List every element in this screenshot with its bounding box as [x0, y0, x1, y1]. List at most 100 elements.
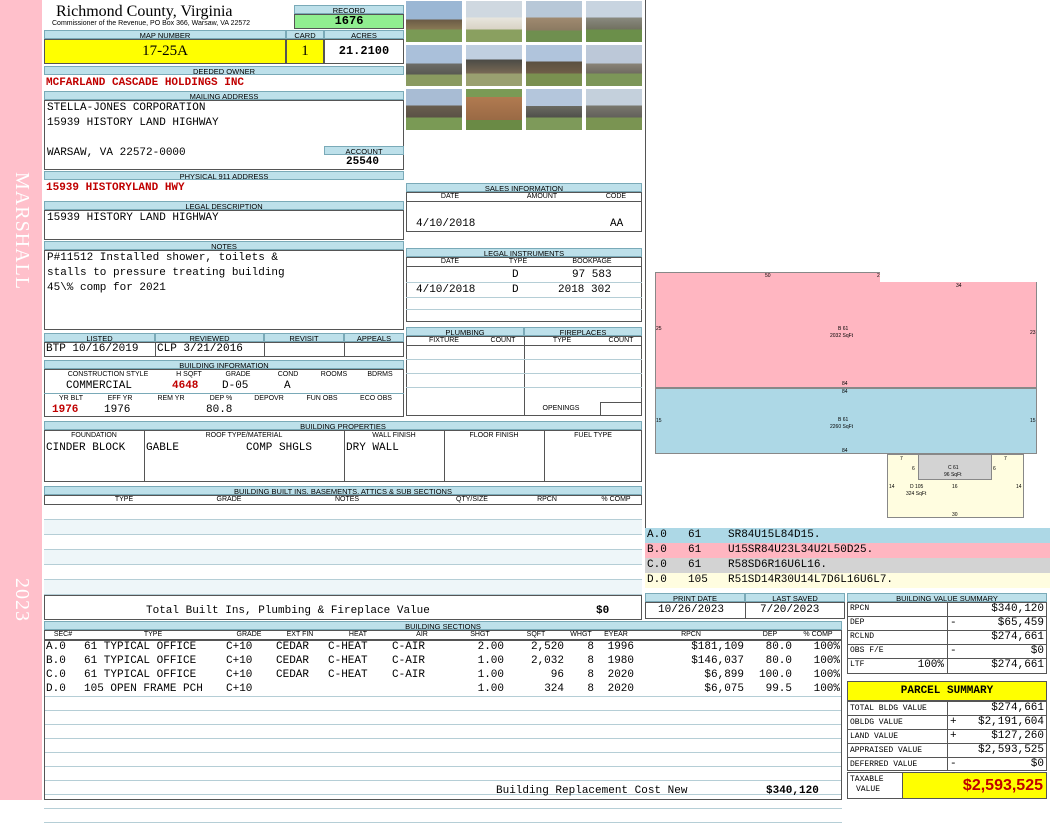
- sales-date-label: DATE: [440, 193, 460, 200]
- fireplace-type-label: TYPE: [552, 337, 572, 344]
- roof-material-value: COMP SHGLS: [246, 442, 313, 454]
- parcel-label: DEFERRED VALUE: [850, 760, 918, 769]
- property-photo[interactable]: [585, 44, 643, 87]
- notes-line-1: P#11512 Installed shower, toilets &: [47, 252, 279, 264]
- property-photo[interactable]: [465, 0, 523, 43]
- section-col-header: SEC#: [53, 631, 73, 638]
- print-date-label: PRINT DATE: [645, 593, 745, 602]
- appeals-label: APPEALS: [344, 333, 404, 342]
- code-string: U15SR84U23L34U2L50D25.: [728, 544, 874, 556]
- sketch-dim: 16: [952, 484, 958, 490]
- depovr-label: DEPOVR: [254, 395, 284, 402]
- sketch-label: B 61: [838, 326, 849, 332]
- builtins-qty-label: QTY/SIZE: [456, 496, 488, 503]
- record-number: 1676: [294, 14, 404, 29]
- li-row2-type: D: [512, 284, 519, 296]
- floor-label: FLOOR FINISH: [469, 432, 519, 439]
- parcel-value: $274,661: [991, 702, 1044, 714]
- property-photo[interactable]: [465, 88, 523, 131]
- sketch-dim: 15: [656, 418, 662, 424]
- builtins-row: [44, 565, 642, 580]
- mailing-line-3: WARSAW, VA 22572-0000: [47, 147, 186, 159]
- property-photo[interactable]: [405, 0, 463, 43]
- legal-description: 15939 HISTORY LAND HIGHWAY: [47, 212, 219, 224]
- replacement-cost-value: $340,120: [766, 785, 819, 797]
- sketch-dim: 2: [877, 273, 880, 279]
- openings-value-box: [600, 402, 642, 416]
- property-photo[interactable]: [525, 44, 583, 87]
- revisit-label: REVISIT: [264, 333, 344, 342]
- property-photo[interactable]: [465, 44, 523, 87]
- li-bookpage-label: BOOKPAGE: [572, 258, 612, 265]
- grade-label: GRADE: [225, 371, 251, 378]
- sketch-label: D 105: [910, 484, 924, 490]
- sketch-dim: 34: [956, 283, 962, 289]
- builtins-rpcn-label: RPCN: [537, 496, 557, 503]
- property-photo[interactable]: [405, 44, 463, 87]
- parcel-value: $127,260: [991, 730, 1044, 742]
- builtins-notes-label: NOTES: [334, 496, 360, 503]
- deeded-owner: MCFARLAND CASCADE HOLDINGS INC: [46, 77, 245, 89]
- property-photo[interactable]: [585, 88, 643, 131]
- physical-address: 15939 HISTORYLAND HWY: [46, 182, 185, 194]
- year-built: 1976: [52, 404, 79, 416]
- property-photo[interactable]: [405, 88, 463, 131]
- sketch-dim: 7: [1004, 456, 1007, 462]
- fireplace-count-label: COUNT: [608, 337, 634, 344]
- sketch-dim: 6: [912, 466, 915, 472]
- ecoobs-label: ECO OBS: [360, 395, 392, 402]
- builtins-title: BUILDING BUILT INS, BASEMENTS, ATTICS & …: [44, 486, 642, 495]
- property-photo[interactable]: [525, 88, 583, 131]
- funobs-label: FUN OBS: [306, 395, 338, 402]
- map-number-label: MAP NUMBER: [44, 30, 286, 39]
- builtins-total-value: $0: [596, 605, 610, 617]
- tax-year: 2023: [11, 578, 33, 622]
- mailing-line-2: 15939 HISTORY LAND HIGHWAY: [47, 117, 219, 129]
- section-col-header: % COMP: [803, 631, 833, 638]
- cond-value: A: [284, 380, 291, 392]
- li-row2-date: 4/10/2018: [416, 284, 476, 296]
- code-string: R58SD6R16U6L16.: [728, 559, 828, 571]
- code-sec: A.0: [647, 529, 667, 541]
- sketch-label: C 61: [948, 465, 959, 471]
- sketch-dim: 30: [952, 512, 958, 518]
- openings-label: OPENINGS: [542, 405, 580, 412]
- sketch-dim: 25: [656, 326, 662, 332]
- sale-code: AA: [610, 218, 624, 230]
- fireplaces-title: FIREPLACES: [524, 327, 642, 336]
- building-value-summary-title: BUILDING VALUE SUMMARY: [847, 593, 1047, 602]
- notes-line-3: 45\% comp for 2021: [47, 282, 166, 294]
- reviewed-label: REVIEWED: [155, 333, 264, 342]
- code-row: [645, 558, 1050, 573]
- taxable-label: TAXABLE: [850, 775, 884, 784]
- rooms-label: ROOMS: [320, 371, 348, 378]
- replacement-cost-label: Building Replacement Cost New: [496, 785, 688, 797]
- effective-year: 1976: [104, 404, 131, 416]
- taxable-value: $2,593,525: [902, 772, 1047, 799]
- bvs-value: $274,661: [991, 631, 1044, 643]
- parcel-value: $2,593,525: [977, 744, 1044, 756]
- li-row2-bookpage: 2018 302: [558, 284, 611, 296]
- mailing-address-label: MAILING ADDRESS: [44, 91, 404, 100]
- builtins-total-label: Total Built Ins, Plumbing & Fireplace Va…: [146, 605, 430, 617]
- sales-title: SALES INFORMATION: [406, 183, 642, 192]
- sales-code-label: CODE: [605, 193, 627, 200]
- parcel-sign: +: [950, 716, 957, 728]
- account-number: 25540: [346, 156, 380, 168]
- physical-address-label: PHYSICAL 911 ADDRESS: [44, 171, 404, 180]
- bdrms-label: BDRMS: [367, 371, 393, 378]
- bvs-value: $0: [1030, 645, 1044, 657]
- plumbing-count-label: COUNT: [490, 337, 516, 344]
- grade-value: D-05: [222, 380, 249, 392]
- bvs-value: $340,120: [991, 603, 1044, 615]
- property-photo[interactable]: [585, 0, 643, 43]
- sketch-area-label: 96 SqFt: [944, 472, 962, 478]
- card-number: 1: [286, 39, 324, 64]
- ltf-value: $274,661: [991, 659, 1044, 671]
- property-photo[interactable]: [525, 0, 583, 43]
- remyr-label: REM YR: [157, 395, 185, 402]
- section-col-header: TYPE: [143, 631, 163, 638]
- li-date-label: DATE: [440, 258, 460, 265]
- deeded-owner-label: DEEDED OWNER: [44, 66, 404, 75]
- parcel-label: APPRAISED VALUE: [850, 746, 923, 755]
